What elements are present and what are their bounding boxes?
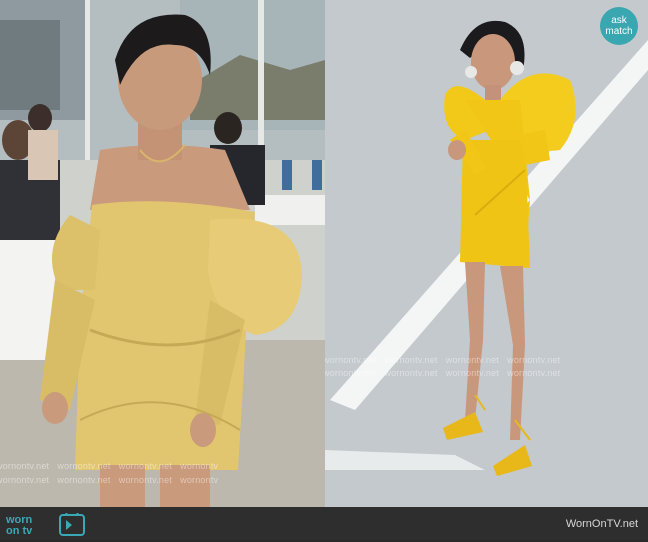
- watermark-text: wornontv.net: [384, 368, 438, 378]
- watermark-text: wornontv.net: [507, 355, 561, 365]
- watermark-text: wornontv.net: [57, 475, 111, 485]
- watermark-row: wornontv.net wornontv.net wornontv.net w…: [325, 355, 560, 365]
- watermark-text: wornontv: [180, 461, 219, 471]
- watermark-text: wornontv.net: [0, 461, 50, 471]
- left-photo-scene: [0, 0, 325, 507]
- watermark-text: wornontv.net: [445, 368, 500, 378]
- right-photo: wornontv.net wornontv.net wornontv.net w…: [325, 0, 648, 507]
- watermark-text: wornontv: [180, 475, 219, 485]
- watermark-text: wornontv.net: [118, 475, 173, 485]
- watermark-text: wornontv.net: [0, 475, 50, 485]
- watermark-text: wornontv.net: [445, 355, 500, 365]
- watermark-row: wornontv.net wornontv.net wornontv.net w…: [0, 475, 218, 485]
- watermark-text: wornontv.net: [384, 355, 438, 365]
- site-credit: WornOnTV.net: [565, 518, 638, 530]
- watermark-text: wornontv.net: [57, 461, 111, 471]
- watermark-text: wornontv.net: [325, 355, 377, 365]
- watermark-text: wornontv.net: [507, 368, 561, 378]
- watermark-text: wornontv.net: [325, 368, 377, 378]
- right-photo-scene: [325, 0, 648, 507]
- logo-word-ontv: on tv: [6, 525, 33, 537]
- ask-match-button[interactable]: ask match: [600, 7, 638, 45]
- ask-match-label: ask match: [605, 15, 633, 37]
- watermark-row: wornontv.net wornontv.net wornontv.net w…: [0, 461, 218, 471]
- site-logo[interactable]: worn on tv: [6, 510, 86, 537]
- footer-bar: worn on tv WornOnTV.net: [0, 507, 648, 540]
- watermark-text: wornontv.net: [118, 461, 173, 471]
- watermark-row: wornontv.net wornontv.net wornontv.net w…: [325, 368, 560, 378]
- left-photo: wornontv.net wornontv.net wornontv.net w…: [0, 0, 325, 507]
